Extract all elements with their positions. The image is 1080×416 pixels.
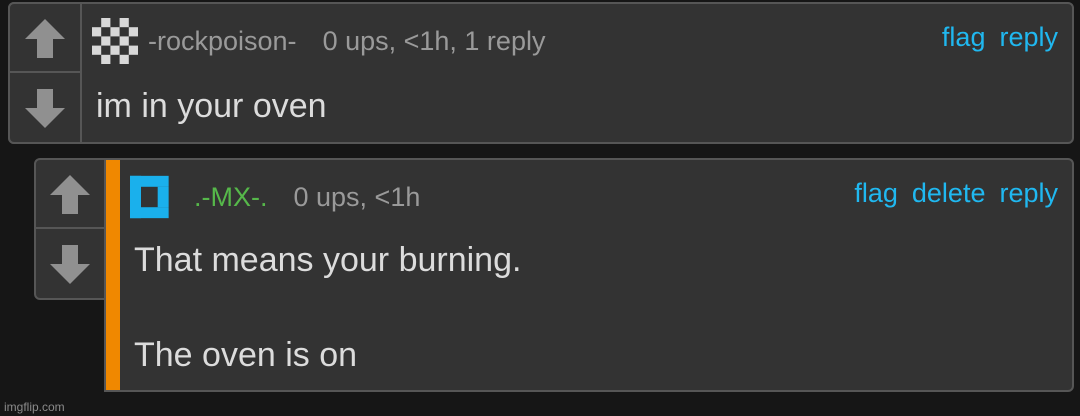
reply-link[interactable]: reply: [999, 22, 1058, 53]
delete-link[interactable]: delete: [912, 178, 986, 209]
arrow-down-icon: [50, 244, 90, 284]
vote-column: [34, 158, 106, 300]
comment-text-line: That means your burning.: [134, 241, 522, 279]
upvote-button[interactable]: [36, 160, 104, 229]
comment-text-line: The oven is on: [134, 336, 358, 374]
username[interactable]: -rockpoison-: [148, 26, 297, 57]
comment-meta: -rockpoison- 0 ups, <1h, 1 reply: [90, 18, 545, 64]
comment-stats: 0 ups, <1h: [293, 181, 421, 212]
reply-link[interactable]: reply: [999, 178, 1058, 209]
reply-comment: .-MX-. 0 ups, <1h flag delete reply That…: [104, 158, 1074, 392]
comment-stats: 0 ups, <1h, 1 reply: [322, 25, 546, 56]
watermark: imgflip.com: [4, 400, 65, 414]
arrow-up-icon: [50, 174, 90, 214]
arrow-down-icon: [25, 88, 65, 128]
comment-text: That means your burning. The oven is on: [134, 236, 521, 379]
downvote-button[interactable]: [36, 227, 104, 298]
comment: -rockpoison- 0 ups, <1h, 1 reply flag re…: [8, 2, 1074, 144]
blue-bracket-avatar-icon[interactable]: [130, 174, 176, 220]
checkered-avatar-icon[interactable]: [90, 18, 140, 64]
comment-text: im in your oven: [96, 87, 327, 125]
comment-actions: flag reply: [942, 22, 1058, 53]
downvote-button[interactable]: [10, 71, 80, 142]
upvote-button[interactable]: [10, 4, 80, 73]
arrow-up-icon: [25, 18, 65, 58]
vote-column: [8, 2, 82, 144]
comment-actions: flag delete reply: [854, 178, 1058, 209]
flag-link[interactable]: flag: [942, 22, 986, 53]
flag-link[interactable]: flag: [854, 178, 898, 209]
own-comment-highlight-bar: [106, 160, 120, 390]
username[interactable]: .-MX-.: [194, 182, 268, 213]
comment-meta: .-MX-. 0 ups, <1h: [130, 174, 420, 220]
